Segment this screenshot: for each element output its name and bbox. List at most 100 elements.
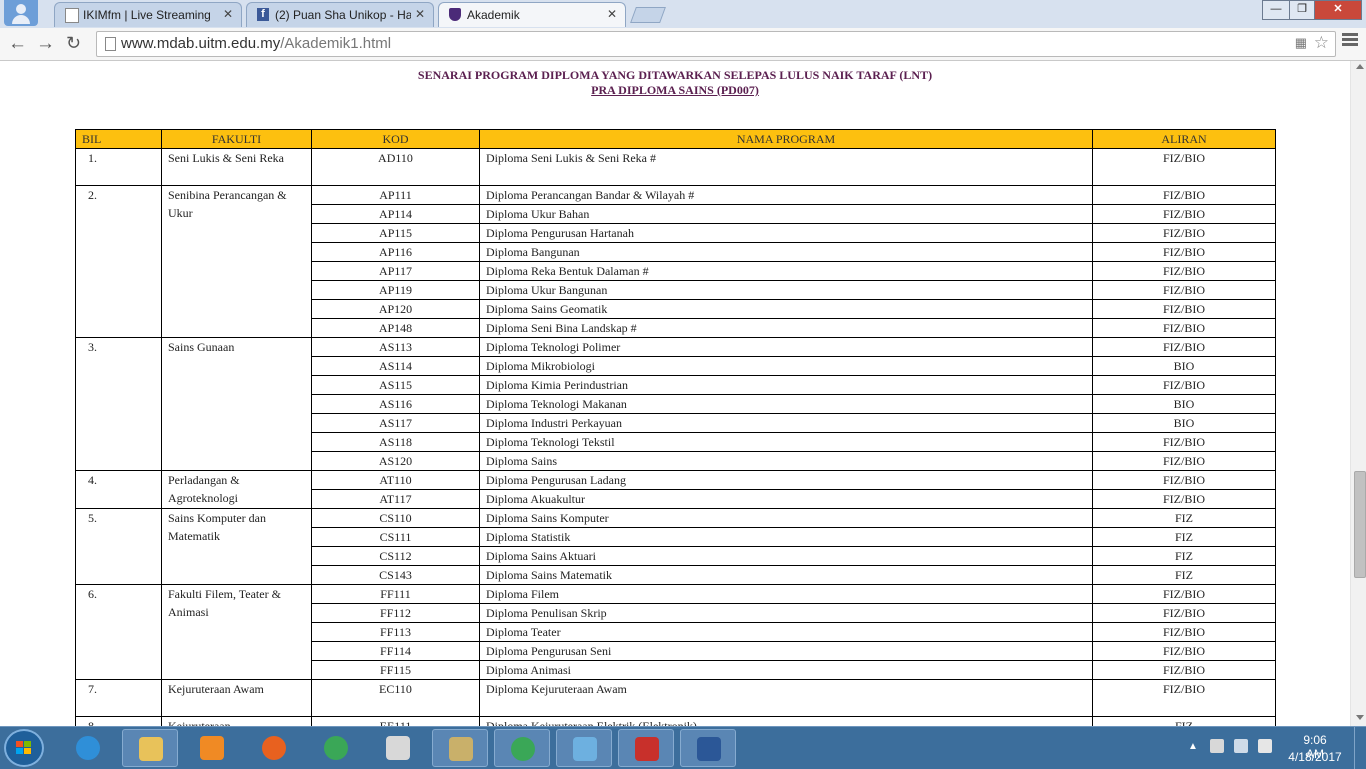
fakulti-cell: Kejuruteraan Awam: [161, 679, 312, 717]
kod-cell: AP115: [311, 223, 480, 243]
tab-close-icon[interactable]: ✕: [607, 7, 617, 21]
maximize-button[interactable]: ❐: [1289, 0, 1315, 20]
tray-expand-icon[interactable]: ▲: [1188, 741, 1198, 752]
start-button[interactable]: [4, 729, 44, 767]
taskbar-button[interactable]: [122, 729, 178, 767]
taskbar-button[interactable]: [618, 729, 674, 767]
kod-cell: CS143: [311, 565, 480, 585]
nama-program-cell: Diploma Seni Lukis & Seni Reka #: [479, 148, 1093, 186]
table-row: 8. Kejuruteraan EE111 Diploma Kejuruteraan …: [75, 716, 1276, 726]
pdf-reader-icon: [635, 737, 659, 761]
browser-tab[interactable]: f (2) Puan Sha Unikop - Hal ✕: [246, 2, 434, 27]
taskbar-button[interactable]: [680, 729, 736, 767]
clock-date[interactable]: 4/18/2017: [1286, 750, 1344, 764]
url-domain: www.mdab.uitm.edu.my: [121, 35, 281, 52]
kod-cell: AS118: [311, 432, 480, 452]
scrollbar-thumb[interactable]: [1354, 471, 1366, 578]
reload-button[interactable]: ↻: [66, 33, 81, 54]
aliran-cell: FIZ/BIO: [1092, 185, 1276, 205]
page-heading: SENARAI PROGRAM DIPLOMA YANG DITAWARKAN …: [417, 68, 933, 82]
nama-program-cell: Diploma Akuakultur: [479, 489, 1093, 509]
aliran-cell: FIZ/BIO: [1092, 641, 1276, 661]
media-player-icon: [200, 736, 224, 760]
kod-cell: FF111: [311, 584, 480, 604]
aliran-cell: BIO: [1092, 394, 1276, 414]
address-bar[interactable]: www.mdab.uitm.edu.my/Akademik1.html ▦ ☆: [96, 31, 1336, 57]
scroll-down-arrow-icon[interactable]: [1356, 715, 1364, 720]
nama-program-cell: Diploma Pengurusan Seni: [479, 641, 1093, 661]
translate-icon[interactable]: ▦: [1295, 35, 1307, 51]
kod-cell: AS114: [311, 356, 480, 376]
header-aliran: ALIRAN: [1092, 129, 1276, 149]
aliran-cell: FIZ/BIO: [1092, 204, 1276, 224]
kod-cell: CS111: [311, 527, 480, 547]
tab-close-icon[interactable]: ✕: [223, 7, 233, 21]
fakulti-cell: Senibina Perancangan & Ukur: [161, 185, 312, 338]
taskbar-button[interactable]: [556, 729, 612, 767]
window-close-button[interactable]: ✕: [1314, 0, 1362, 20]
kod-cell: CS110: [311, 508, 480, 528]
vertical-scrollbar[interactable]: [1350, 61, 1366, 726]
nama-program-cell: Diploma Sains Geomatik: [479, 299, 1093, 319]
aliran-cell: FIZ/BIO: [1092, 584, 1276, 604]
nama-program-cell: Diploma Sains Komputer: [479, 508, 1093, 528]
page-icon: [65, 8, 79, 23]
url-path: /Akademik1.html: [280, 35, 392, 52]
aliran-cell: FIZ: [1092, 716, 1276, 726]
program-table: BIL FAKULTI KOD NAMA PROGRAM ALIRAN 1. Se…: [75, 129, 1276, 726]
aliran-cell: FIZ/BIO: [1092, 432, 1276, 452]
aliran-cell: FIZ/BIO: [1092, 242, 1276, 262]
volume-muted-icon[interactable]: [1258, 739, 1272, 753]
fakulti-cell: Perladangan & Agroteknologi: [161, 470, 312, 509]
back-button[interactable]: ←: [8, 33, 27, 55]
minimize-button[interactable]: —: [1262, 0, 1290, 20]
bookmark-star-icon[interactable]: ☆: [1314, 33, 1329, 53]
bil-cell: 3.: [75, 337, 162, 471]
show-desktop-button[interactable]: [1354, 727, 1366, 769]
aliran-cell: FIZ/BIO: [1092, 148, 1276, 186]
nama-program-cell: Diploma Filem: [479, 584, 1093, 604]
table-row: 5. Sains Komputer dan Matematik CS110 Diplo…: [75, 508, 1276, 585]
kod-cell: FF112: [311, 603, 480, 623]
aliran-cell: FIZ/BIO: [1092, 337, 1276, 357]
taskbar-button[interactable]: [184, 729, 240, 767]
nama-program-cell: Diploma Ukur Bangunan: [479, 280, 1093, 300]
kod-cell: AP148: [311, 318, 480, 338]
windows-logo-icon: [16, 741, 32, 755]
header-fakulti: FAKULTI: [161, 129, 312, 149]
nama-program-cell: Diploma Bangunan: [479, 242, 1093, 262]
app-grid-icon: [386, 736, 410, 760]
profile-avatar-icon[interactable]: [4, 0, 38, 26]
taskbar-button[interactable]: [308, 729, 364, 767]
taskbar-button[interactable]: [60, 729, 116, 767]
scroll-up-arrow-icon[interactable]: [1356, 64, 1364, 69]
kod-cell: AP111: [311, 185, 480, 205]
forward-button[interactable]: →: [36, 33, 55, 55]
aliran-cell: BIO: [1092, 356, 1276, 376]
taskbar-button[interactable]: [246, 729, 302, 767]
url-text[interactable]: www.mdab.uitm.edu.my/Akademik1.html: [121, 35, 391, 52]
action-center-flag-icon[interactable]: [1210, 739, 1224, 753]
aliran-cell: FIZ/BIO: [1092, 622, 1276, 642]
chrome-menu-icon[interactable]: [1342, 33, 1358, 48]
network-icon[interactable]: [1234, 739, 1248, 753]
table-header-row: BIL FAKULTI KOD NAMA PROGRAM ALIRAN: [75, 129, 1276, 149]
header-bil: BIL: [75, 129, 162, 149]
taskbar-button[interactable]: [432, 729, 488, 767]
taskbar-button[interactable]: [370, 729, 426, 767]
facebook-icon: f: [257, 8, 269, 21]
table-row: 3. Sains Gunaan AS113 Diploma Teknologi Pol…: [75, 337, 1276, 471]
browser-tab[interactable]: IKIMfm | Live Streaming ✕: [54, 2, 242, 27]
browser-tab[interactable]: Akademik ✕: [438, 2, 626, 27]
aliran-cell: FIZ/BIO: [1092, 603, 1276, 623]
kod-cell: EC110: [311, 679, 480, 717]
nama-program-cell: Diploma Sains Matematik: [479, 565, 1093, 585]
nama-program-cell: Diploma Reka Bentuk Dalaman #: [479, 261, 1093, 281]
file-explorer-icon: [139, 737, 163, 761]
nama-program-cell: Diploma Sains Aktuari: [479, 546, 1093, 566]
kod-cell: AD110: [311, 148, 480, 186]
new-tab-button[interactable]: [630, 7, 666, 23]
taskbar-button[interactable]: [494, 729, 550, 767]
aliran-cell: FIZ/BIO: [1092, 660, 1276, 680]
tab-close-icon[interactable]: ✕: [415, 7, 425, 21]
